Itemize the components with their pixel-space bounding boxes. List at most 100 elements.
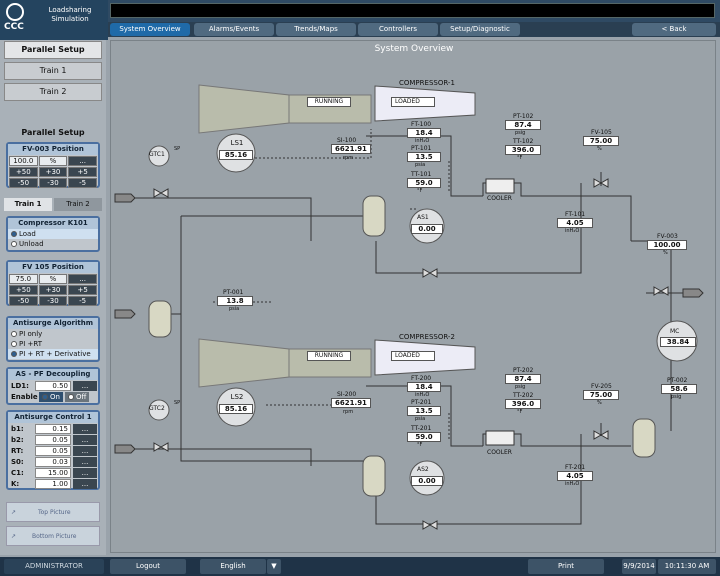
fv003-plus50[interactable]: +50 xyxy=(9,167,38,177)
fv003-minus5[interactable]: -5 xyxy=(68,178,97,188)
pipe xyxy=(180,216,376,462)
fv105-diagram-value: 75.00 xyxy=(583,136,619,146)
fv205-value: 75.00 xyxy=(583,390,619,400)
b1-enter-button[interactable]: ... xyxy=(73,424,97,434)
ft100-value: 18.4 xyxy=(407,128,441,138)
fv003-minus50[interactable]: -50 xyxy=(9,178,38,188)
fv003-plus5[interactable]: +5 xyxy=(68,167,97,177)
fv105-plus5[interactable]: +5 xyxy=(68,285,97,295)
tab-trends-maps[interactable]: Trends/Maps xyxy=(276,23,356,36)
pt102-unit: psig xyxy=(515,130,526,136)
c1-enter-button[interactable]: ... xyxy=(73,468,97,478)
logout-button[interactable]: Logout xyxy=(110,559,186,574)
pi-rt-option[interactable]: PI +RT xyxy=(8,339,98,349)
tab-alarms-events[interactable]: Alarms/Events xyxy=(194,23,274,36)
ld1-enter-button[interactable]: ... xyxy=(73,381,97,391)
radio-off-icon xyxy=(11,241,17,247)
tt102-value: 396.0 xyxy=(505,145,541,155)
c1-value[interactable]: 15.00 xyxy=(35,468,71,478)
valve-icon xyxy=(653,286,669,296)
ft100-unit: inH₂O xyxy=(415,138,430,144)
pt102-value: 87.4 xyxy=(505,120,541,130)
bottom-picture-button[interactable]: ↗ Bottom Picture xyxy=(6,526,100,546)
b2-value[interactable]: 0.05 xyxy=(35,435,71,445)
parallel-setup-button[interactable]: Parallel Setup xyxy=(4,41,102,59)
tab-system-overview[interactable]: System Overview xyxy=(110,23,190,36)
fv105-plus30[interactable]: +30 xyxy=(38,285,68,295)
tt102-unit: °F xyxy=(517,155,523,161)
print-button[interactable]: Print xyxy=(528,559,604,574)
language-select[interactable]: English xyxy=(200,559,266,574)
pt201-label: PT-201 xyxy=(411,399,432,406)
fv105-minus5[interactable]: -5 xyxy=(68,296,97,306)
back-button[interactable]: < Back xyxy=(632,23,716,36)
k-value[interactable]: 1.00 xyxy=(35,479,71,489)
suction-header-drum xyxy=(148,300,172,338)
time-display: 10:11:30 AM xyxy=(658,559,716,574)
compressor-panel-title: Compressor K101 xyxy=(8,218,98,229)
fv105-minus30[interactable]: -30 xyxy=(38,296,68,306)
fv105-value[interactable]: 75.0 xyxy=(9,274,38,284)
parallel-setup-heading: Parallel Setup xyxy=(21,128,85,137)
tab-controllers[interactable]: Controllers xyxy=(358,23,438,36)
arrow-icon: ↗ xyxy=(11,533,17,540)
train1-tab[interactable]: Train 1 xyxy=(4,198,52,211)
fv105-enter-button[interactable]: ... xyxy=(68,274,97,284)
fv003-enter-button[interactable]: ... xyxy=(68,156,97,166)
rt-value[interactable]: 0.05 xyxy=(35,446,71,456)
c1-label: C1: xyxy=(11,469,24,477)
train2-tab[interactable]: Train 2 xyxy=(54,198,102,211)
tab-setup-diagnostic[interactable]: Setup/Diagnostic xyxy=(440,23,520,36)
load-option[interactable]: Load xyxy=(8,229,98,239)
enable-on-toggle[interactable]: On xyxy=(39,392,63,402)
valve-icon xyxy=(422,268,438,278)
tt202-label: TT-202 xyxy=(513,392,534,399)
logo-ring-icon xyxy=(6,3,24,21)
fv105-plus50[interactable]: +50 xyxy=(9,285,38,295)
inlet-arrow-icon xyxy=(114,444,136,454)
train2-button[interactable]: Train 2 xyxy=(4,83,102,101)
pt002-value: 58.6 xyxy=(661,384,697,394)
fv003-diagram-value: 100.00 xyxy=(647,240,687,250)
pi-rt-derivative-option[interactable]: PI + RT + Derivative xyxy=(8,349,98,359)
ft100-label: FT-100 xyxy=(411,121,432,128)
valve-icon xyxy=(153,188,169,198)
fv003-plus30[interactable]: +30 xyxy=(38,167,68,177)
s0-value[interactable]: 0.03 xyxy=(35,457,71,467)
ft101-value: 4.05 xyxy=(557,218,593,228)
chevron-down-icon[interactable]: ▼ xyxy=(267,559,281,574)
loaded2-status: LOADED xyxy=(391,351,435,361)
top-picture-button[interactable]: ↗ Top Picture xyxy=(6,502,100,522)
ld1-value[interactable]: 0.50 xyxy=(35,381,71,391)
si100-unit: rpm xyxy=(343,155,354,161)
unload-option[interactable]: Unload xyxy=(8,239,98,249)
pt102-label: PT-102 xyxy=(513,113,534,120)
fv003-minus30[interactable]: -30 xyxy=(38,178,68,188)
app-title: Loadsharing Simulation xyxy=(48,6,92,23)
s0-enter-button[interactable]: ... xyxy=(73,457,97,467)
fv105-minus50[interactable]: -50 xyxy=(9,296,38,306)
si200-label: SI-200 xyxy=(337,391,357,398)
fv105-position-panel: FV 105 Position 75.0 % ... +50 +30 +5 -5… xyxy=(6,260,100,306)
ft200-value: 18.4 xyxy=(407,382,441,392)
pi-only-option[interactable]: PI only xyxy=(8,329,98,339)
b2-enter-button[interactable]: ... xyxy=(73,435,97,445)
suction-drum-1 xyxy=(362,195,386,237)
train1-button[interactable]: Train 1 xyxy=(4,62,102,80)
si100-value: 6621.91 xyxy=(331,144,371,154)
fv003-position-panel: FV-003 Position 100.0 % ... +50 +30 +5 -… xyxy=(6,142,100,188)
as2-label: AS2 xyxy=(417,466,429,473)
fv003-value[interactable]: 100.0 xyxy=(9,156,38,166)
cooler1-label: COOLER xyxy=(487,195,512,202)
pt202-label: PT-202 xyxy=(513,367,534,374)
fv003-unit: % xyxy=(38,156,68,166)
pt001-value: 13.8 xyxy=(217,296,253,306)
k-enter-button[interactable]: ... xyxy=(73,479,97,489)
rt-enter-button[interactable]: ... xyxy=(73,446,97,456)
radio-on-icon xyxy=(42,394,48,400)
fv105-label: FV-105 xyxy=(591,129,612,136)
enable-off-toggle[interactable]: Off xyxy=(64,392,90,402)
ls2-label: LS2 xyxy=(230,393,244,401)
b1-value[interactable]: 0.15 xyxy=(35,424,71,434)
fv105-unit: % xyxy=(38,274,68,284)
